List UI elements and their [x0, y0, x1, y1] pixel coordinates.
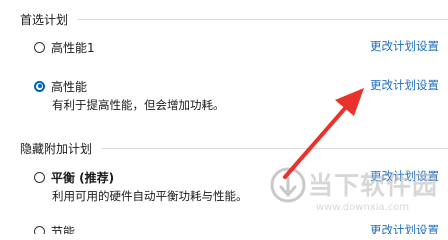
plan-high-performance-1-change-settings-link[interactable]: 更改计划设置 [370, 38, 439, 54]
plan-high-performance-change-settings-link[interactable]: 更改计划设置 [370, 77, 439, 93]
plan-high-performance-1-label: 高性能1 [51, 40, 95, 55]
plan-power-saver-radio[interactable] [34, 225, 45, 234]
plan-high-performance-label: 高性能 [51, 79, 88, 94]
plan-high-performance-1[interactable]: 高性能1 [34, 38, 95, 56]
plan-high-performance-radio[interactable] [34, 80, 45, 92]
power-plan-window: 首选计划 高性能1 更改计划设置 高性能 更改计划设置 有利于提高性能，但会增加… [0, 0, 448, 234]
plan-balanced-radio[interactable] [34, 171, 45, 183]
plan-high-performance-1-radio[interactable] [34, 41, 45, 53]
plan-balanced-description: 利用可用的硬件自动平衡功耗与性能。 [52, 189, 248, 203]
hidden-plans-header: 隐藏附加计划 [20, 142, 93, 156]
plan-power-saver-label: 节能 [51, 224, 76, 235]
hidden-plans-divider [102, 148, 448, 149]
plan-balanced[interactable]: 平衡 (推荐) [34, 168, 114, 186]
preferred-plans-divider [78, 19, 448, 20]
plan-high-performance[interactable]: 高性能 [34, 77, 87, 95]
preferred-plans-header: 首选计划 [20, 13, 69, 27]
plan-power-saver[interactable]: 节能 [34, 222, 75, 234]
plan-balanced-change-settings-link[interactable]: 更改计划设置 [370, 168, 439, 184]
watermark-url: www.downxia.com [316, 202, 410, 213]
plan-high-performance-description: 有利于提高性能，但会增加功耗。 [52, 98, 225, 112]
plan-balanced-label: 平衡 (推荐) [51, 170, 115, 185]
plan-power-saver-change-settings-link[interactable]: 更改计划设置 [370, 222, 439, 234]
watermark-logo-icon [270, 167, 306, 203]
